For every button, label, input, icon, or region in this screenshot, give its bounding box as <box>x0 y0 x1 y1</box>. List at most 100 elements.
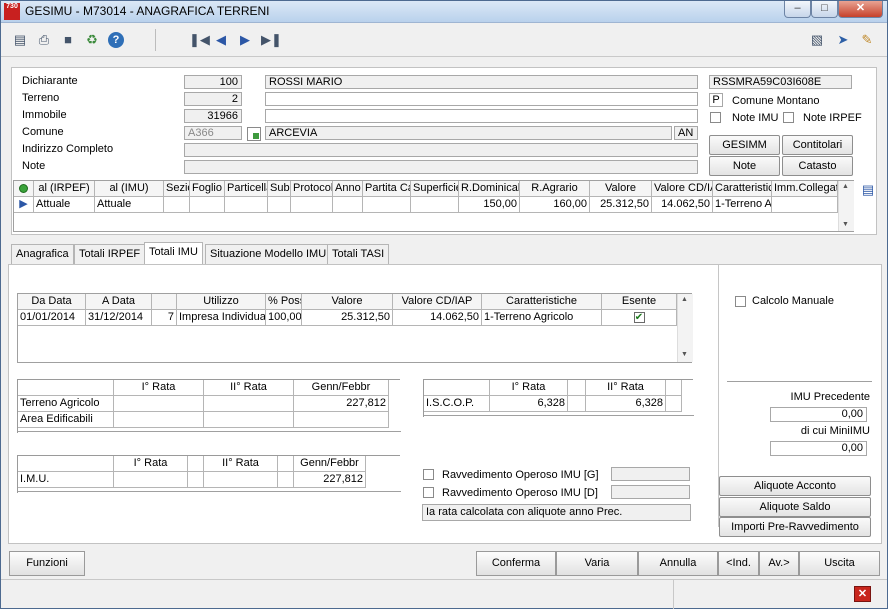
col-header[interactable]: Protocoll <box>291 181 333 197</box>
tab-totali-tasi[interactable]: Totali TASI <box>327 244 390 264</box>
note-button[interactable]: Note <box>709 156 780 176</box>
aliquote-saldo-button[interactable]: Aliquote Saldo <box>719 497 871 517</box>
table-cell[interactable]: 1-Terreno Agricolo <box>482 310 602 326</box>
table-cell[interactable]: 150,00 <box>459 197 520 213</box>
table-cell[interactable]: 1-Terreno A <box>713 197 772 213</box>
top-grid-scrollbar[interactable]: ▲ ▼ <box>838 181 854 231</box>
col-header[interactable]: Valore <box>590 181 652 197</box>
col-header[interactable]: Imm.Collegato <box>772 181 838 197</box>
col-header[interactable]: Sub <box>268 181 291 197</box>
table-cell[interactable]: 01/01/2014 <box>18 310 86 326</box>
note-irpef-checkbox[interactable] <box>783 112 794 123</box>
first-record-icon[interactable]: ❚◀ <box>189 32 210 48</box>
col-header[interactable]: al (IMU) <box>95 181 164 197</box>
col-header[interactable]: Utilizzo <box>177 294 266 310</box>
next-record-icon[interactable]: ▶ <box>237 32 253 48</box>
table-cell[interactable] <box>225 197 268 213</box>
table-cell[interactable] <box>164 197 190 213</box>
terreno-desc-field[interactable] <box>265 92 698 106</box>
uscita-button[interactable]: Uscita <box>799 551 880 576</box>
dichiarante-code-field[interactable]: 100 <box>184 75 242 89</box>
col-header[interactable]: Valore <box>302 294 393 310</box>
immobile-desc-field[interactable] <box>265 109 698 123</box>
col-header[interactable]: Partita Ca <box>363 181 411 197</box>
prev-record-icon[interactable]: ◀ <box>213 32 229 48</box>
table-cell[interactable]: 14.062,50 <box>393 310 482 326</box>
comune-prov-field[interactable]: AN <box>674 126 698 140</box>
col-header[interactable]: Foglio <box>190 181 225 197</box>
close-icon[interactable]: ✕ <box>838 1 883 18</box>
col-header[interactable]: Caratteristiche <box>482 294 602 310</box>
minimu-field[interactable]: 0,00 <box>770 441 867 456</box>
ravvedimento-d-field[interactable] <box>611 485 690 499</box>
col-header[interactable]: Sezio <box>164 181 190 197</box>
col-header[interactable]: Da Data <box>18 294 86 310</box>
grid-detail-icon[interactable]: ▤ <box>860 182 876 198</box>
aliquote-acconto-button[interactable]: Aliquote Acconto <box>719 476 871 496</box>
imu-precedente-field[interactable]: 0,00 <box>770 407 867 422</box>
card-icon[interactable]: ▤ <box>12 32 28 48</box>
close-record-icon[interactable]: ✕ <box>854 586 871 602</box>
maximize-icon[interactable]: □ <box>811 1 838 18</box>
help-icon[interactable]: ? <box>108 32 124 48</box>
comune-montano-flag[interactable]: P <box>709 93 723 107</box>
table-cell[interactable] <box>291 197 333 213</box>
lookup-icon[interactable] <box>247 127 261 141</box>
col-header[interactable]: Caratteristic <box>713 181 772 197</box>
conferma-button[interactable]: Conferma <box>476 551 556 576</box>
tab-anagrafica[interactable]: Anagrafica <box>11 244 74 264</box>
funzioni-button[interactable]: Funzioni <box>9 551 85 576</box>
col-header[interactable]: Superficie <box>411 181 459 197</box>
col-header[interactable]: R.Agrario <box>520 181 590 197</box>
table-cell[interactable]: 31/12/2014 <box>86 310 152 326</box>
export-icon[interactable]: ➤ <box>835 32 851 48</box>
tab-situazione-modello-imu[interactable]: Situazione Modello IMU <box>205 244 332 264</box>
gesimm-button[interactable]: GESIMM <box>709 135 780 155</box>
catasto-button[interactable]: Catasto <box>782 156 853 176</box>
table-cell[interactable]: 100,00 <box>266 310 302 326</box>
comune-code-field[interactable]: A366 <box>184 126 242 140</box>
ravvedimento-g-checkbox[interactable] <box>423 469 434 480</box>
note-imu-checkbox[interactable] <box>710 112 721 123</box>
last-record-icon[interactable]: ▶❚ <box>261 32 282 48</box>
col-header[interactable]: A Data <box>86 294 152 310</box>
ravvedimento-d-checkbox[interactable] <box>423 487 434 498</box>
col-header[interactable]: R.Dominicale <box>459 181 520 197</box>
av-button[interactable]: Av.> <box>759 551 799 576</box>
col-header[interactable]: Esente <box>602 294 677 310</box>
table-cell[interactable]: 25.312,50 <box>590 197 652 213</box>
col-header[interactable]: Valore CD/IA <box>652 181 713 197</box>
stack-icon[interactable]: ▧ <box>809 32 825 48</box>
col-header[interactable] <box>152 294 177 310</box>
esente-checkbox[interactable]: ✔ <box>602 310 677 326</box>
table-cell[interactable]: Attuale <box>95 197 164 213</box>
ind-button[interactable]: <Ind. <box>718 551 759 576</box>
immobile-field[interactable]: 31966 <box>184 109 242 123</box>
table-cell[interactable]: 14.062,50 <box>652 197 713 213</box>
table-cell[interactable] <box>268 197 291 213</box>
col-header[interactable]: Anno <box>333 181 363 197</box>
table-cell[interactable] <box>333 197 363 213</box>
table-cell[interactable] <box>772 197 838 213</box>
table-cell[interactable]: 7 <box>152 310 177 326</box>
table-cell[interactable] <box>411 197 459 213</box>
col-header[interactable]: % Poss <box>266 294 302 310</box>
table-cell[interactable] <box>190 197 225 213</box>
terreno-field[interactable]: 2 <box>184 92 242 106</box>
ravvedimento-g-field[interactable] <box>611 467 690 481</box>
folder-icon[interactable]: ■ <box>60 32 76 48</box>
contitolari-button[interactable]: Contitolari <box>782 135 853 155</box>
print-icon[interactable]: ⎙ <box>36 32 52 48</box>
importi-pre-ravvedimento-button[interactable]: Importi Pre-Ravvedimento <box>719 517 871 537</box>
calcolo-manuale-checkbox[interactable] <box>735 296 746 307</box>
note-field[interactable] <box>184 160 698 174</box>
col-header[interactable]: Particella <box>225 181 268 197</box>
imu-grid-scrollbar[interactable]: ▲ ▼ <box>677 294 693 362</box>
table-cell[interactable]: Attuale <box>34 197 95 213</box>
varia-button[interactable]: Varia <box>556 551 638 576</box>
indirizzo-field[interactable] <box>184 143 698 157</box>
minimize-icon[interactable]: – <box>784 1 811 18</box>
table-cell[interactable]: 25.312,50 <box>302 310 393 326</box>
table-cell[interactable]: 160,00 <box>520 197 590 213</box>
notes-icon[interactable]: ✎ <box>859 32 875 48</box>
